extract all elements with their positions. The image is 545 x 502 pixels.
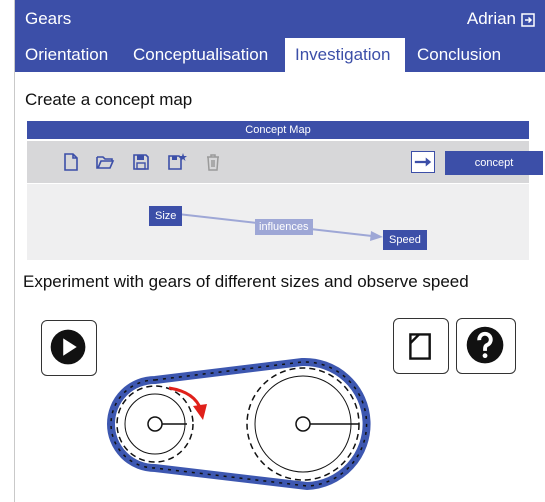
logout-icon[interactable] xyxy=(521,12,535,27)
concept-node-size[interactable]: Size xyxy=(149,206,183,226)
app-frame: Gears Adrian Orientation Conceptualisati… xyxy=(14,0,545,502)
play-icon xyxy=(50,329,86,365)
save-icon[interactable] xyxy=(131,152,151,172)
note-icon xyxy=(409,333,431,360)
phase-tabs: Orientation Conceptualisation Investigat… xyxy=(15,38,545,72)
concept-map-canvas[interactable]: Size influences Speed xyxy=(27,184,529,260)
help-button[interactable] xyxy=(456,318,516,374)
concept-link-label[interactable]: influences xyxy=(255,219,313,235)
save-star-icon[interactable] xyxy=(167,152,187,172)
notes-button[interactable] xyxy=(393,318,449,374)
trash-icon[interactable] xyxy=(203,152,223,172)
concept-map-header: Concept Map xyxy=(27,121,529,139)
concept-node-speed[interactable]: Speed xyxy=(383,230,427,250)
tab-orientation[interactable]: Orientation xyxy=(15,38,118,72)
link-mode-button[interactable] xyxy=(411,151,435,173)
small-gear xyxy=(116,385,194,463)
title-bar: Gears Adrian xyxy=(15,0,545,38)
add-concept-button[interactable]: concept xyxy=(445,151,543,175)
new-file-icon[interactable] xyxy=(61,152,81,172)
tab-investigation[interactable]: Investigation xyxy=(285,38,405,72)
large-gear xyxy=(246,367,360,481)
user-name: Adrian xyxy=(466,9,516,28)
concept-map-section-title: Create a concept map xyxy=(25,90,193,109)
play-button[interactable] xyxy=(41,320,97,376)
gear-simulation[interactable] xyxy=(107,350,377,495)
tab-conclusion[interactable]: Conclusion xyxy=(407,38,511,72)
arrow-right-icon xyxy=(414,157,432,167)
help-icon xyxy=(466,326,504,364)
user-menu[interactable]: Adrian xyxy=(467,9,535,29)
open-folder-icon[interactable] xyxy=(95,152,115,172)
concept-map-toolbar: concept xyxy=(27,141,543,183)
experiment-title: Experiment with gears of different sizes… xyxy=(23,272,469,291)
app-title: Gears xyxy=(25,9,72,28)
tab-conceptualisation[interactable]: Conceptualisation xyxy=(123,38,278,72)
